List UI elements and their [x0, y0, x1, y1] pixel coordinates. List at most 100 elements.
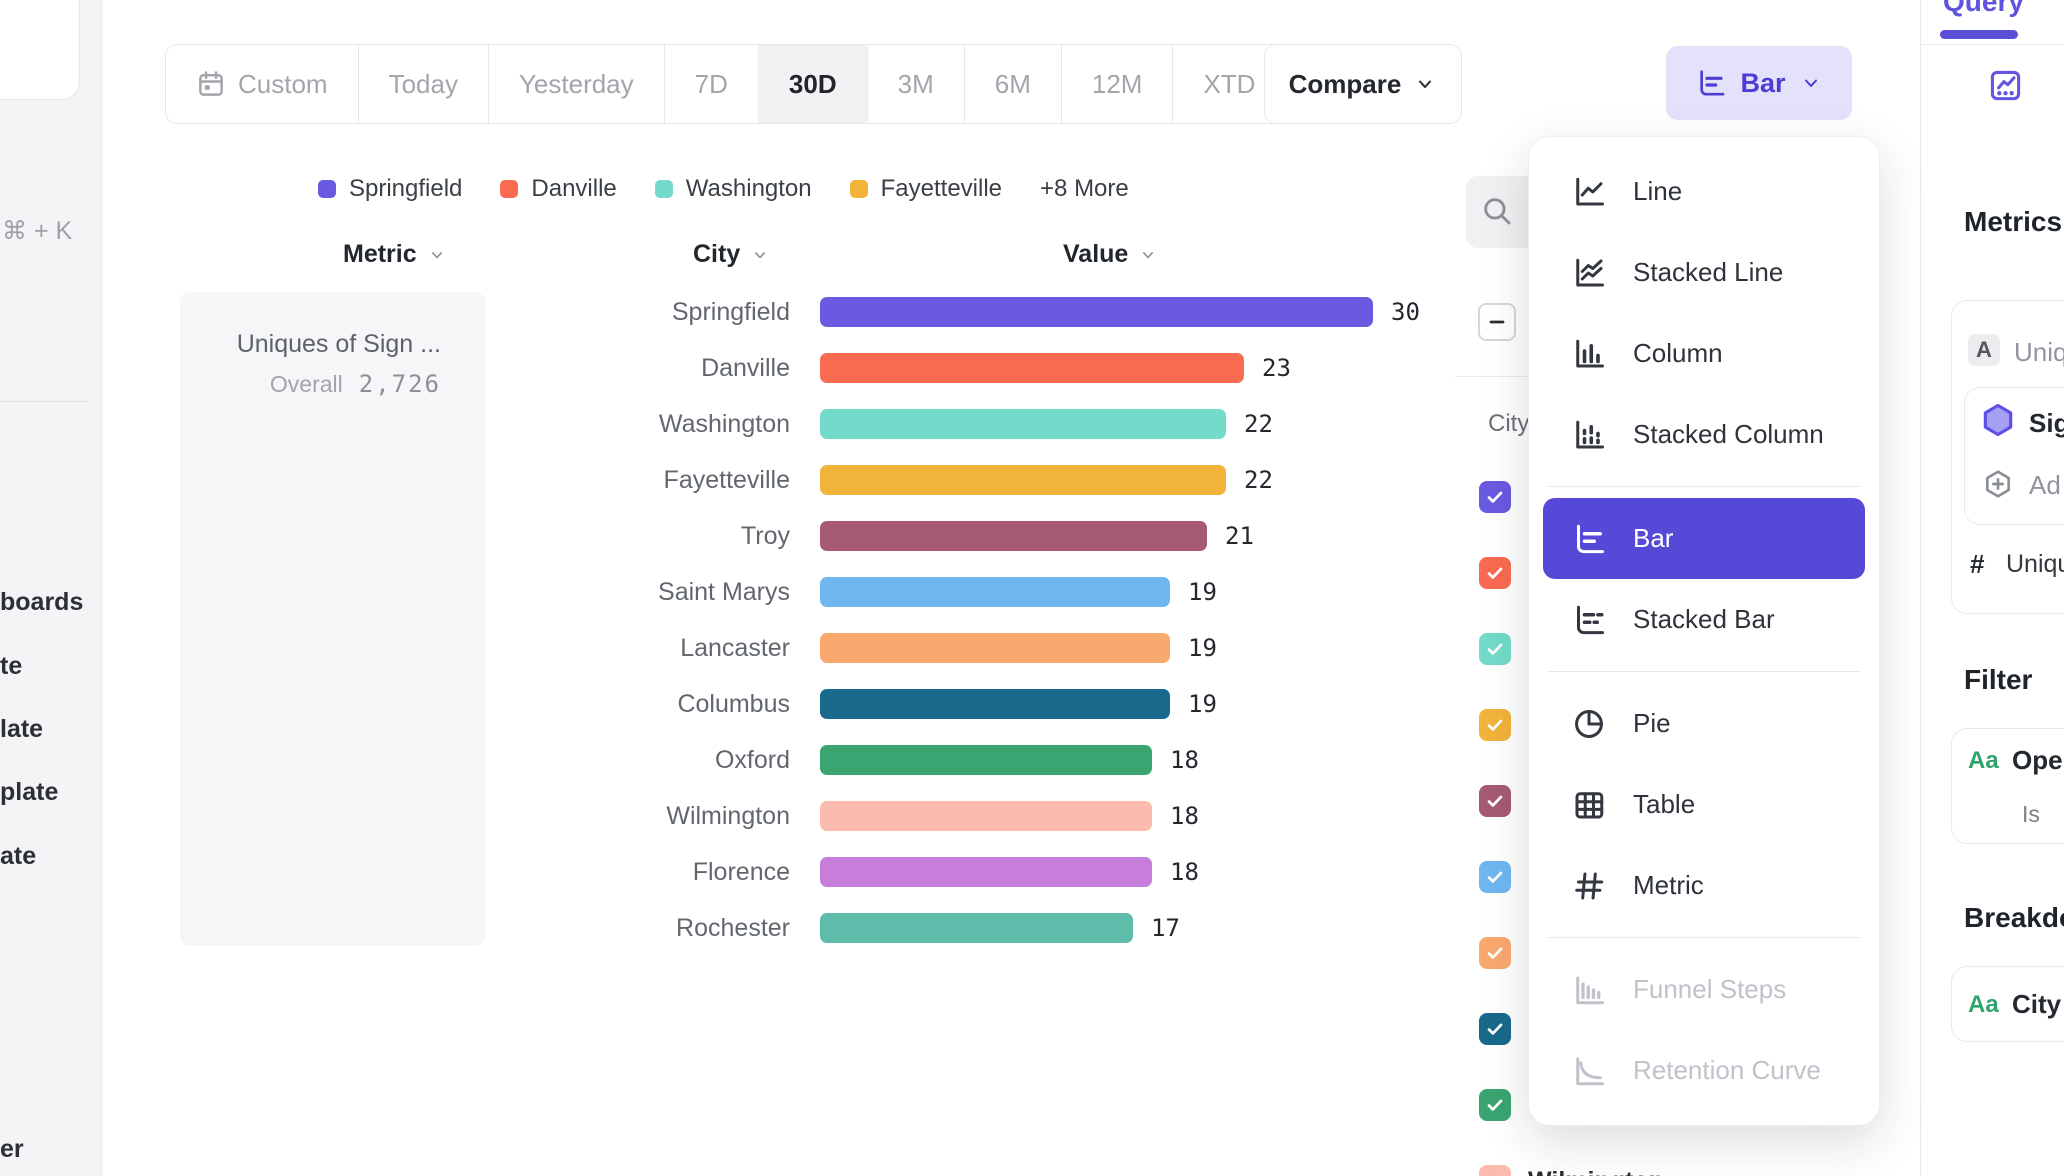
- chart-box-icon[interactable]: [1987, 67, 2024, 104]
- select-all-checkbox[interactable]: [1478, 303, 1516, 341]
- breakdown-property: City: [2012, 989, 2061, 1020]
- legend-item[interactable]: Washington: [655, 175, 812, 203]
- bar-fayetteville[interactable]: [820, 465, 1226, 495]
- check-icon: [1484, 714, 1506, 736]
- check-icon: [1484, 942, 1506, 964]
- value-label: 19: [1188, 620, 1217, 676]
- tab-query[interactable]: Query: [1943, 0, 2024, 18]
- range-button-yesterday[interactable]: Yesterday: [489, 45, 665, 123]
- metrics-card[interactable]: A Uniq Sig Ad # Uniqu: [1951, 300, 2064, 614]
- filter-operator: Is: [2022, 801, 2040, 828]
- legend-more-button[interactable]: +8 More: [1040, 175, 1129, 203]
- city-checkbox-wilmington[interactable]: [1479, 1165, 1511, 1176]
- panel-divider: [1921, 44, 2064, 45]
- bar-lancaster[interactable]: [820, 633, 1170, 663]
- range-button-30d[interactable]: 30D: [759, 45, 868, 123]
- city-checkbox-troy[interactable]: [1479, 785, 1511, 817]
- value-label: 22: [1244, 452, 1273, 508]
- menu-item-label: Stacked Line: [1633, 257, 1783, 288]
- range-button-12m[interactable]: 12M: [1062, 45, 1174, 123]
- city-checkbox-saint-marys[interactable]: [1479, 861, 1511, 893]
- chart-type-label: Bar: [1740, 68, 1785, 99]
- category-label: Troy: [0, 508, 790, 564]
- legend-swatch: [500, 180, 518, 198]
- analytics-app: ⌘ + K boardstelateplateateer CustomToday…: [0, 0, 2064, 1176]
- bar-oxford[interactable]: [820, 745, 1152, 775]
- menu-item-bar[interactable]: Bar: [1543, 498, 1865, 579]
- menu-item-column[interactable]: Column: [1543, 313, 1865, 394]
- menu-item-stacked-column[interactable]: Stacked Column: [1543, 394, 1865, 475]
- range-button-3m[interactable]: 3M: [868, 45, 965, 123]
- chart-legend: Springfield Danville Washington Fayettevill…: [318, 171, 1129, 207]
- city-checkbox-oxford[interactable]: [1479, 1089, 1511, 1121]
- bar-troy[interactable]: [820, 521, 1207, 551]
- column-header-value[interactable]: Value: [1063, 240, 1158, 269]
- legend-swatch: [318, 180, 336, 198]
- uniques-label: Uniqu: [2006, 550, 2064, 579]
- range-button-custom[interactable]: Custom: [166, 45, 359, 123]
- menu-item-label: Retention Curve: [1633, 1055, 1821, 1086]
- table-icon: [1571, 787, 1607, 823]
- menu-item-stacked-line[interactable]: Stacked Line: [1543, 232, 1865, 313]
- range-button-6m[interactable]: 6M: [965, 45, 1062, 123]
- menu-item-stacked-bar[interactable]: Stacked Bar: [1543, 579, 1865, 660]
- bar-columbus[interactable]: [820, 689, 1170, 719]
- bar-danville[interactable]: [820, 353, 1244, 383]
- city-checkbox-springfield[interactable]: [1479, 481, 1511, 513]
- hash-icon: [1571, 868, 1607, 904]
- legend-item[interactable]: Fayetteville: [850, 175, 1002, 203]
- bar-saint-marys[interactable]: [820, 577, 1170, 607]
- bar-florence[interactable]: [820, 857, 1152, 887]
- chevron-down-icon: [750, 245, 770, 265]
- query-panel: Query Metrics A Uniq Sig Ad # Uniqu Filt…: [1920, 0, 2064, 1176]
- column-header-label: City: [693, 240, 740, 269]
- legend-item[interactable]: Springfield: [318, 175, 462, 203]
- legend-label: Danville: [531, 175, 616, 203]
- range-label: XTD: [1203, 69, 1255, 100]
- city-checkbox-washington[interactable]: [1479, 633, 1511, 665]
- range-label: Today: [389, 69, 458, 100]
- menu-item-line[interactable]: Line: [1543, 151, 1865, 232]
- sidebar-item[interactable]: er: [0, 1135, 24, 1164]
- column-header-metric[interactable]: Metric: [343, 240, 447, 269]
- range-label: 6M: [995, 69, 1031, 100]
- city-checkbox-lancaster[interactable]: [1479, 937, 1511, 969]
- hexagon-plus-icon[interactable]: [1982, 468, 2014, 500]
- legend-swatch: [850, 180, 868, 198]
- chart-box-icon[interactable]: [1987, 67, 2024, 104]
- menu-item-label: Bar: [1633, 523, 1673, 554]
- hexagon-icon: [1979, 401, 2017, 439]
- bar-wilmington[interactable]: [820, 801, 1152, 831]
- chevron-down-icon: [1413, 72, 1437, 96]
- bar-washington[interactable]: [820, 409, 1226, 439]
- event-card[interactable]: Sig Ad: [1964, 387, 2064, 525]
- category-label: Columbus: [0, 676, 790, 732]
- bar-springfield[interactable]: [820, 297, 1373, 327]
- chart-type-button[interactable]: Bar: [1666, 46, 1852, 120]
- range-button-today[interactable]: Today: [359, 45, 489, 123]
- menu-item-pie[interactable]: Pie: [1543, 683, 1865, 764]
- compare-button[interactable]: Compare: [1264, 44, 1462, 124]
- event-name: Sig: [2029, 408, 2064, 439]
- city-checkbox-danville[interactable]: [1479, 557, 1511, 589]
- filter-card[interactable]: Aa Ope Is i: [1951, 728, 2064, 844]
- chart-type-menu: Line Stacked Line ColumnStacked Column Bar S…: [1528, 136, 1880, 1126]
- city-checkbox-fayetteville[interactable]: [1479, 709, 1511, 741]
- sidebar-search-card[interactable]: [0, 0, 80, 100]
- category-label: Florence: [0, 844, 790, 900]
- bar-rochester[interactable]: [820, 913, 1133, 943]
- range-label: 12M: [1092, 69, 1143, 100]
- legend-label: Fayetteville: [881, 175, 1002, 203]
- hexagon-plus-icon[interactable]: [1982, 468, 2014, 500]
- menu-item-metric[interactable]: Metric: [1543, 845, 1865, 926]
- city-checkbox-columbus[interactable]: [1479, 1013, 1511, 1045]
- category-label: Danville: [0, 340, 790, 396]
- hash-symbol: #: [1970, 549, 1984, 580]
- menu-item-table[interactable]: Table: [1543, 764, 1865, 845]
- metric-name: Uniq: [2014, 337, 2064, 368]
- legend-item[interactable]: Danville: [500, 175, 616, 203]
- breakdown-card[interactable]: Aa City: [1951, 966, 2064, 1042]
- stacked-bar-icon: [1571, 602, 1607, 638]
- range-button-7d[interactable]: 7D: [665, 45, 759, 123]
- column-header-city[interactable]: City: [693, 240, 770, 269]
